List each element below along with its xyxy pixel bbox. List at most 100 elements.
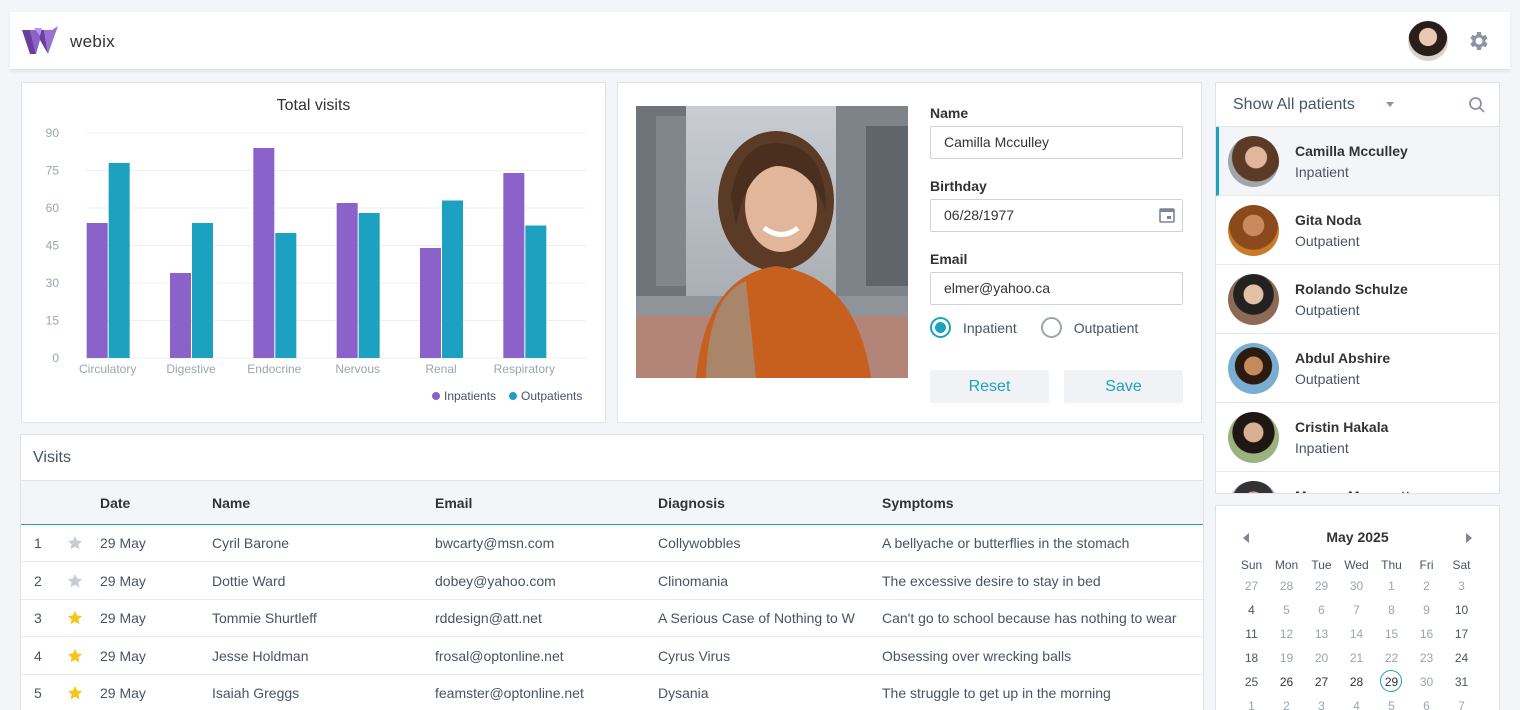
bar-inpatients-endocrine [253, 148, 275, 358]
calendar-next-icon[interactable] [1466, 533, 1472, 543]
cell-symptoms: Can't go to school because has nothing t… [882, 610, 1177, 626]
cell-email: dobey@yahoo.com [435, 572, 556, 589]
column-header-diagnosis[interactable]: Diagnosis [658, 495, 725, 511]
patient-list-item[interactable]: Abdul Abshire Outpatient [1216, 334, 1499, 403]
calendar-day[interactable]: 26 [1269, 672, 1304, 692]
calendar-day[interactable]: 10 [1444, 600, 1479, 620]
inpatient-radio-label[interactable]: Inpatient [963, 320, 1017, 336]
inpatient-radio[interactable] [930, 317, 951, 338]
calendar-day[interactable]: 11 [1234, 624, 1269, 644]
table-row[interactable]: 2 29 May Dottie Ward dobey@yahoo.com Clinoma… [21, 563, 1203, 600]
calendar-day[interactable]: 29 [1304, 576, 1339, 596]
calendar-day[interactable]: 6 [1304, 600, 1339, 620]
star-icon[interactable] [67, 610, 83, 626]
calendar-day[interactable]: 5 [1374, 696, 1409, 710]
calendar-day[interactable]: 3 [1304, 696, 1339, 710]
patients-filter-select[interactable]: Show All patients [1233, 96, 1355, 114]
search-icon[interactable] [1468, 96, 1486, 114]
patient-list-item[interactable]: Rolando Schulze Outpatient [1216, 265, 1499, 334]
calendar-day[interactable]: 7 [1339, 600, 1374, 620]
cell-email: bwcarty@msn.com [435, 535, 555, 551]
calendar-weekday-label: Wed [1344, 558, 1369, 572]
save-button[interactable]: Save [1064, 370, 1183, 403]
cell-date: 29 May [100, 535, 146, 551]
y-tick-label: 90 [46, 126, 60, 140]
calendar-day[interactable]: 4 [1339, 696, 1374, 710]
reset-button[interactable]: Reset [930, 370, 1049, 403]
calendar-day[interactable]: 16 [1409, 624, 1444, 644]
calendar-day[interactable]: 24 [1444, 648, 1479, 668]
table-row[interactable]: 3 29 May Tommie Shurtleff rddesign@att.net A… [21, 600, 1203, 637]
cell-symptoms: The excessive desire to stay in bed [882, 572, 1101, 589]
calendar-day[interactable]: 6 [1409, 696, 1444, 710]
gear-icon[interactable] [1466, 29, 1490, 53]
star-icon[interactable] [67, 648, 83, 664]
user-avatar[interactable] [1408, 21, 1448, 61]
calendar-day-today[interactable]: 29 [1374, 670, 1409, 692]
star-icon[interactable] [67, 573, 83, 589]
column-header-date[interactable]: Date [100, 495, 130, 511]
cell-num: 3 [34, 610, 42, 626]
name-field[interactable]: Camilla Mcculley [930, 126, 1183, 159]
calendar-day[interactable]: 3 [1444, 576, 1479, 596]
webix-logo[interactable]: webix [22, 26, 115, 58]
patient-list-item[interactable]: Cristin Hakala Inpatient [1216, 403, 1499, 472]
bar-inpatients-respiratory [503, 173, 525, 358]
table-row[interactable]: 1 29 May Cyril Barone bwcarty@msn.com Collyw… [21, 525, 1203, 562]
patient-list-item[interactable]: Camilla Mcculley Inpatient [1216, 127, 1499, 196]
x-tick-label: Digestive [166, 362, 216, 376]
calendar-day[interactable]: 2 [1269, 696, 1304, 710]
calendar-day[interactable]: 20 [1304, 648, 1339, 668]
calendar-day[interactable]: 9 [1409, 600, 1444, 620]
patient-list-item[interactable]: Marcus Mammott [1216, 472, 1499, 493]
calendar-day[interactable]: 23 [1409, 648, 1444, 668]
table-row[interactable]: 4 29 May Jesse Holdman frosal@optonline.net… [21, 638, 1203, 675]
column-header-name[interactable]: Name [212, 495, 250, 511]
table-row[interactable]: 5 29 May Isaiah Greggs feamster@optonline.n… [21, 675, 1203, 710]
calendar-day[interactable]: 27 [1304, 672, 1339, 692]
calendar-day[interactable]: 14 [1339, 624, 1374, 644]
calendar-day[interactable]: 2 [1409, 576, 1444, 596]
calendar-day[interactable]: 19 [1269, 648, 1304, 668]
calendar-day[interactable]: 17 [1444, 624, 1479, 644]
calendar-day[interactable]: 5 [1269, 600, 1304, 620]
star-icon[interactable] [67, 685, 83, 701]
calendar-day[interactable]: 28 [1269, 576, 1304, 596]
calendar-day[interactable]: 18 [1234, 648, 1269, 668]
column-header-symptoms[interactable]: Symptoms [882, 495, 954, 511]
cell-symptoms: Obsessing over wrecking balls [882, 647, 1072, 664]
birthday-field[interactable]: 06/28/1977 [930, 199, 1183, 232]
avatar [1228, 343, 1279, 394]
calendar-day[interactable]: 8 [1374, 600, 1409, 620]
calendar-day[interactable]: 30 [1339, 576, 1374, 596]
calendar-day[interactable]: 25 [1234, 672, 1269, 692]
column-header-email[interactable]: Email [435, 495, 472, 511]
calendar-day[interactable]: 28 [1339, 672, 1374, 692]
bar-inpatients-nervous [336, 203, 358, 358]
calendar-day[interactable]: 1 [1374, 576, 1409, 596]
cell-date: 29 May [100, 610, 146, 626]
calendar-day[interactable]: 7 [1444, 696, 1479, 710]
calendar-day[interactable]: 4 [1234, 600, 1269, 620]
calendar-month-title[interactable]: May 2025 [1216, 529, 1499, 545]
calendar-day[interactable]: 30 [1409, 672, 1444, 692]
outpatient-radio[interactable] [1040, 317, 1062, 338]
calendar-icon[interactable] [1158, 206, 1176, 224]
calendar-day[interactable]: 27 [1234, 576, 1269, 596]
cell-num: 2 [34, 572, 42, 589]
calendar-day[interactable]: 21 [1339, 648, 1374, 668]
cell-diagnosis: Cyrus Virus [658, 647, 731, 664]
patient-list-item[interactable]: Gita Noda Outpatient [1216, 196, 1499, 265]
calendar-day[interactable]: 12 [1269, 624, 1304, 644]
calendar-day[interactable]: 13 [1304, 624, 1339, 644]
calendar-day[interactable]: 22 [1374, 648, 1409, 668]
chevron-down-icon[interactable] [1386, 102, 1394, 107]
email-field[interactable]: elmer@yahoo.ca [930, 272, 1183, 305]
outpatient-radio-label[interactable]: Outpatient [1074, 320, 1139, 336]
calendar-day[interactable]: 15 [1374, 624, 1409, 644]
patient-name: Rolando Schulze [1295, 281, 1408, 297]
star-icon[interactable] [67, 535, 83, 551]
avatar [1228, 481, 1279, 493]
calendar-day[interactable]: 1 [1234, 696, 1269, 710]
calendar-day[interactable]: 31 [1444, 672, 1479, 692]
